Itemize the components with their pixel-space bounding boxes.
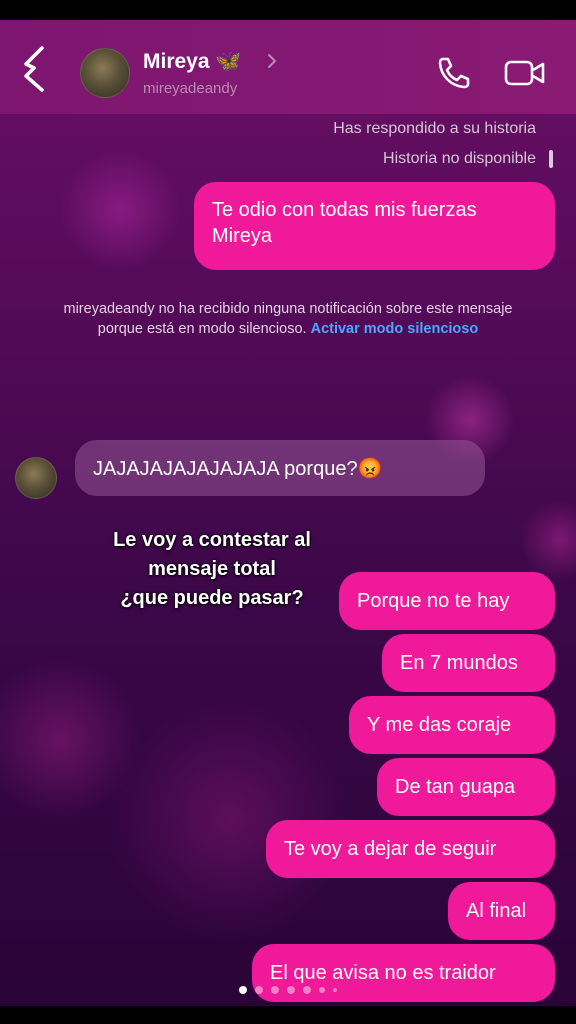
outgoing-message[interactable]: Te voy a dejar de seguir: [266, 820, 555, 878]
page-dot[interactable]: [271, 986, 279, 994]
contact-name-text: Mireya: [143, 50, 210, 73]
scroll-indicator: [549, 150, 553, 168]
message-text: Te voy a dejar de seguir: [284, 837, 497, 860]
butterfly-emoji: 🦋: [215, 50, 242, 73]
contact-username[interactable]: mireyadeandy: [143, 80, 237, 97]
message-text: En 7 mundos: [400, 651, 518, 674]
message-text: Te odio con todas mis fuerzas Mireya: [212, 199, 477, 247]
page-dot[interactable]: [255, 986, 263, 994]
story-unavailable-label: Historia no disponible: [383, 150, 536, 167]
message-text: Y me das coraje: [367, 713, 512, 736]
incoming-avatar[interactable]: [15, 457, 57, 499]
back-arrow-icon[interactable]: [18, 42, 52, 94]
chat-header: Mireya 🦋 mireyadeandy: [0, 20, 576, 114]
chat-screen: Mireya 🦋 mireyadeandy Has respondido a s…: [0, 20, 576, 1006]
contact-name[interactable]: Mireya 🦋: [143, 50, 242, 74]
page-dot[interactable]: [239, 986, 247, 994]
message-text: De tan guapa: [395, 775, 516, 798]
outgoing-message[interactable]: Te odio con todas mis fuerzas Mireya: [194, 182, 555, 270]
activate-silent-mode-link[interactable]: Activar modo silencioso: [311, 321, 479, 337]
incoming-message[interactable]: JAJAJAJAJAJAJAJA porque?😡: [75, 440, 485, 496]
page-dot[interactable]: [303, 986, 311, 994]
message-text: El que avisa no es traidor: [270, 961, 496, 984]
outgoing-message[interactable]: En 7 mundos: [382, 634, 555, 692]
carousel-page-dots[interactable]: [0, 986, 576, 994]
replied-story-label: Has respondido a su historia: [333, 120, 536, 137]
message-text: Porque no te hay: [357, 589, 510, 612]
page-dot[interactable]: [333, 988, 337, 992]
page-dot[interactable]: [319, 987, 325, 993]
silent-mode-notice: mireyadeandy no ha recibido ninguna noti…: [40, 299, 536, 339]
outgoing-message[interactable]: De tan guapa: [377, 758, 555, 816]
page-dot[interactable]: [287, 986, 295, 994]
message-text: JAJAJAJAJAJAJAJA porque?😡: [93, 457, 383, 480]
message-text: Al final: [466, 899, 527, 922]
chevron-right-icon[interactable]: [266, 53, 278, 69]
contact-avatar[interactable]: [80, 48, 130, 98]
outgoing-message[interactable]: Porque no te hay: [339, 572, 555, 630]
video-caption-overlay: Le voy a contestar al mensaje total ¿que…: [113, 529, 311, 609]
phone-icon[interactable]: [436, 55, 472, 91]
video-camera-icon[interactable]: [504, 59, 546, 87]
outgoing-message[interactable]: Y me das coraje: [349, 696, 555, 754]
outgoing-message[interactable]: Al final: [448, 882, 555, 940]
